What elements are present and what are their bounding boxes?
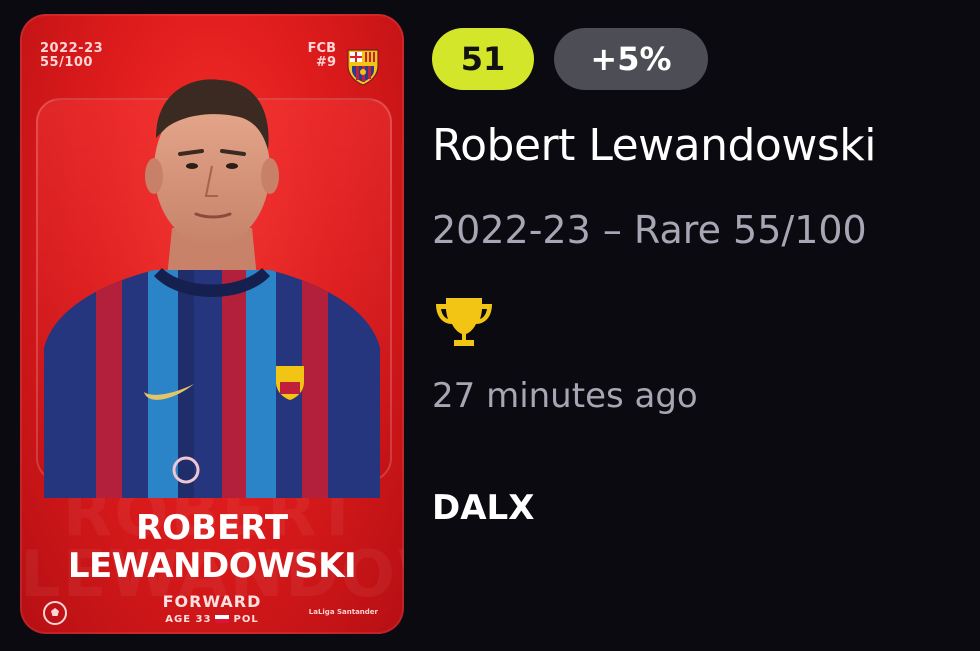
league-logo: LaLiga Santander (308, 608, 378, 616)
season-rarity: 2022-23 – Rare 55/100 (432, 208, 867, 252)
football-icon (43, 601, 67, 625)
card-nationality: POL (233, 614, 259, 625)
card-season: 2022-23 (40, 41, 104, 56)
owner-name[interactable]: DALX (432, 488, 534, 528)
score-badge: 51 (432, 28, 534, 90)
card-age: AGE 33 (165, 614, 212, 625)
player-card[interactable]: ROBERTLEWANDOWSKI 2022-23 55/100 FCB #9 (20, 14, 404, 634)
player-name[interactable]: Robert Lewandowski (432, 120, 876, 171)
card-last-name: LEWANDOWSKI (67, 546, 357, 586)
badge-row: 51 +5% (432, 28, 708, 90)
poland-flag-icon (215, 615, 230, 623)
card-first-name: ROBERT (135, 508, 289, 548)
card-club-code: FCB (307, 41, 336, 56)
player-photo (44, 79, 380, 498)
bonus-badge: +5% (554, 28, 708, 90)
listed-time: 27 minutes ago (432, 376, 698, 416)
trophy-icon (436, 298, 492, 346)
